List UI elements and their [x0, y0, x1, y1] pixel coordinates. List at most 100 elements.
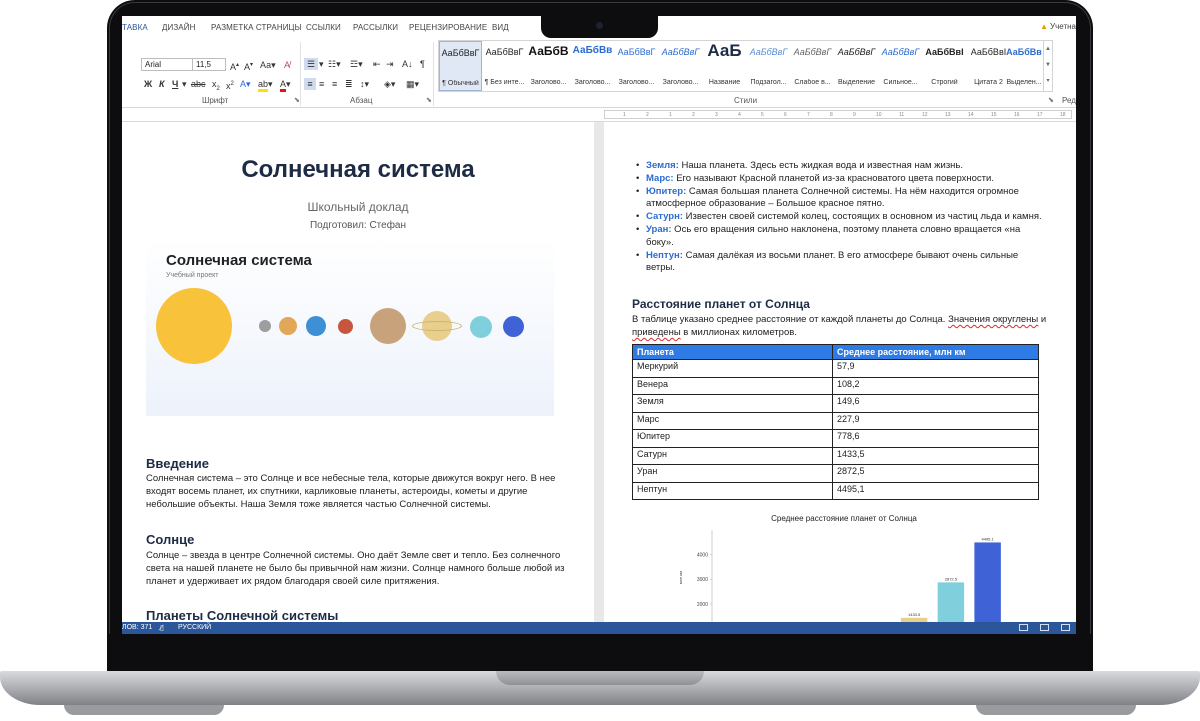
style-strong[interactable]: АаБбВвІ Строгий — [923, 41, 966, 91]
horizontal-ruler[interactable]: 1 2 1 2 3 4 5 6 7 8 9 10 11 12 13 14 15 16 17 18 — [604, 110, 1072, 119]
grow-font-icon[interactable]: A▴ — [230, 59, 239, 73]
font-name-field[interactable]: Arial — [141, 58, 193, 71]
font-color-icon[interactable]: A▾ — [280, 78, 291, 92]
language-indicator[interactable]: РУССКИЙ — [178, 624, 211, 631]
column-header[interactable]: Среднее расстояние, млн км — [832, 344, 1039, 360]
decrease-indent-icon[interactable]: ⇤ — [373, 58, 381, 70]
bullets-dropdown-icon[interactable]: ▾ — [319, 58, 324, 70]
bold-button[interactable]: Ж — [144, 78, 152, 90]
page-2[interactable]: Земля: Наша планета. Здесь есть жидкая в… — [604, 122, 1076, 622]
table-cell[interactable]: Меркурий — [632, 359, 833, 378]
strikethrough-button[interactable]: abc — [191, 78, 206, 90]
text-run: и — [1038, 314, 1047, 325]
subscript-button[interactable]: x2 — [212, 78, 220, 95]
italic-button[interactable]: К — [159, 78, 165, 90]
align-right-button[interactable]: ≡ — [332, 78, 337, 90]
read-mode-icon[interactable] — [1019, 624, 1028, 631]
text-effects-icon[interactable]: A▾ — [240, 78, 251, 90]
table-cell[interactable]: Венера — [632, 376, 833, 395]
table-cell[interactable]: 4495,1 — [832, 481, 1039, 500]
table-cell[interactable]: 108,2 — [832, 376, 1039, 395]
table-cell[interactable]: Марс — [632, 411, 833, 430]
styles-dialog-launcher-icon[interactable]: ⬊ — [1048, 96, 1054, 104]
style-subtitle[interactable]: АаБбВвГ Подзагол... — [747, 41, 790, 91]
distance-table[interactable]: Планета Среднее расстояние, млн км Мерку… — [632, 344, 1039, 500]
account-warning[interactable]: ▲ Учетна — [1040, 22, 1076, 31]
table-cell[interactable]: Нептун — [632, 481, 833, 500]
change-case-icon[interactable]: Аа▾ — [260, 59, 276, 71]
style-intense-quote[interactable]: АаБбВв Выделен... — [1003, 41, 1045, 91]
print-layout-icon[interactable] — [1040, 624, 1049, 631]
numbering-icon[interactable]: ☷▾ — [328, 58, 341, 70]
table-cell[interactable]: 1433,5 — [832, 446, 1039, 465]
style-heading-3[interactable]: АаБбВвГ Заголово... — [615, 41, 658, 91]
font-size-field[interactable]: 11,5 — [192, 58, 226, 71]
style-no-spacing[interactable]: АаБбВвГ ¶ Без инте... — [483, 41, 526, 91]
clear-format-icon[interactable]: A̸ — [284, 59, 290, 71]
table-cell[interactable]: Уран — [632, 464, 833, 483]
y-axis-label: млн км — [678, 571, 683, 584]
view-buttons — [1007, 624, 1070, 633]
table-cell[interactable]: Сатурн — [632, 446, 833, 465]
table-cell[interactable]: 149,6 — [832, 394, 1039, 413]
style-heading-1[interactable]: АаБбВ Заголово... — [527, 41, 570, 91]
style-normal[interactable]: АаБбВвГ ¶ Обычный — [439, 41, 482, 91]
style-heading-4[interactable]: АаБбВвГ Заголово... — [659, 41, 702, 91]
scroll-down-icon[interactable]: ▼ — [1044, 57, 1052, 73]
tab-design[interactable]: ДИЗАЙН — [162, 23, 195, 32]
document-subtitle: Школьный доклад — [307, 200, 409, 214]
web-layout-icon[interactable] — [1061, 624, 1070, 631]
line-spacing-icon[interactable]: ↕▾ — [360, 78, 369, 90]
solar-system-image[interactable]: Солнечная система Учебный проект — [146, 238, 554, 416]
style-heading-2[interactable]: АаБбВв Заголово... — [571, 41, 614, 91]
table-row: Земля 149,6 — [632, 394, 1039, 413]
tab-review[interactable]: РЕЦЕНЗИРОВАНИЕ — [409, 23, 487, 32]
sort-icon[interactable]: A↓ — [402, 58, 413, 70]
multilevel-list-icon[interactable]: ☲▾ — [350, 58, 363, 70]
bullets-button[interactable]: ☰ — [304, 58, 318, 70]
chart-svg: млн км 2000 3000 4000 1433.5 2872.5 4495.1 — [678, 530, 1001, 622]
shading-icon[interactable]: ◈▾ — [384, 78, 395, 90]
underline-button[interactable]: Ч — [172, 78, 178, 90]
styles-scroll[interactable]: ▲ ▼ ▾ — [1043, 41, 1052, 91]
planet-desc: Известен своей системой колец, состоящих… — [683, 211, 1042, 223]
align-left-button[interactable]: ≡ — [304, 78, 316, 90]
superscript-button[interactable]: x2 — [226, 78, 234, 92]
highlight-icon[interactable]: ab▾ — [258, 78, 273, 92]
list-item: Марс: Его называют Красной планетой из-з… — [636, 173, 1046, 186]
style-title[interactable]: АаБ Название — [703, 41, 746, 91]
font-dialog-launcher-icon[interactable]: ⬊ — [294, 96, 300, 104]
tab-mailings[interactable]: РАССЫЛКИ — [353, 23, 398, 32]
table-cell[interactable]: Юпитер — [632, 429, 833, 448]
style-sample: АаБбВвГ — [881, 47, 920, 57]
column-header[interactable]: Планета — [632, 344, 833, 360]
style-subtle-emphasis[interactable]: АаБбВвГ Слабое в... — [791, 41, 834, 91]
spellcheck-text[interactable]: Значения округлены — [948, 314, 1038, 325]
show-marks-icon[interactable]: ¶ — [420, 58, 425, 70]
tab-layout[interactable]: РАЗМЕТКА СТРАНИЦЫ — [211, 23, 302, 32]
shrink-font-icon[interactable]: A▾ — [244, 59, 253, 73]
scroll-up-icon[interactable]: ▲ — [1044, 41, 1052, 57]
style-emphasis[interactable]: АаБбВвГ Выделение — [835, 41, 878, 91]
spellcheck-text[interactable]: приведены — [632, 327, 681, 338]
proofing-icon[interactable]: ▯̸ — [160, 624, 164, 632]
underline-dropdown-icon[interactable]: ▾ — [182, 78, 187, 90]
table-cell[interactable]: 57,9 — [832, 359, 1039, 378]
table-cell[interactable]: 227,9 — [832, 411, 1039, 430]
align-center-button[interactable]: ≡ — [319, 78, 324, 90]
tab-references[interactable]: ССЫЛКИ — [306, 23, 341, 32]
tab-insert[interactable]: ТАВКА — [122, 23, 148, 32]
word-count[interactable]: ЛОВ: 371 — [122, 624, 152, 631]
justify-button[interactable]: ≣ — [345, 78, 353, 90]
table-cell[interactable]: 2872,5 — [832, 464, 1039, 483]
distance-chart[interactable]: Среднее расстояние планет от Солнца млн … — [674, 514, 1014, 622]
borders-icon[interactable]: ▦▾ — [406, 78, 419, 90]
more-styles-icon[interactable]: ▾ — [1044, 73, 1052, 89]
paragraph-dialog-launcher-icon[interactable]: ⬊ — [426, 96, 432, 104]
tab-view[interactable]: ВИД — [492, 23, 509, 32]
page-1[interactable]: Солнечная система Школьный доклад Подгот… — [122, 122, 594, 622]
increase-indent-icon[interactable]: ⇥ — [386, 58, 394, 70]
style-intense-emphasis[interactable]: АаБбВвГ Сильное... — [879, 41, 922, 91]
table-cell[interactable]: Земля — [632, 394, 833, 413]
table-cell[interactable]: 778,6 — [832, 429, 1039, 448]
